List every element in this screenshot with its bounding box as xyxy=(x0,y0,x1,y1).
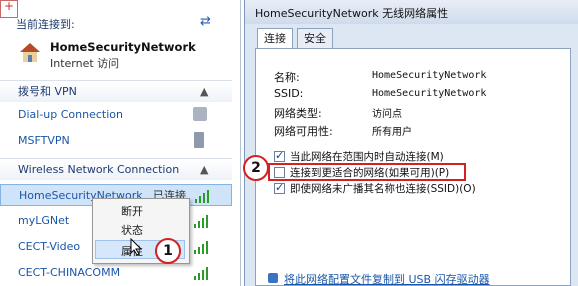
menu-item-status[interactable]: 状态 xyxy=(121,222,143,238)
field-value: HomeSecurityNetwork xyxy=(372,88,487,99)
properties-dialog: HomeSecurityNetwork 无线网络属性 连接 安全 名称: Hom… xyxy=(244,0,578,286)
tab-connection[interactable]: 连接 xyxy=(257,28,293,49)
network-panel: 当前连接到: ⇄ HomeSecurityNetwork Internet 访问… xyxy=(0,0,241,286)
hidden-ssid-checkbox[interactable] xyxy=(274,181,285,194)
signal-icon xyxy=(194,240,210,254)
dialup-icon xyxy=(193,107,207,121)
current-network-status: Internet 访问 xyxy=(50,57,120,70)
wireless-item[interactable]: CECT-CHINACOMM xyxy=(0,262,232,284)
callout-1: 1 xyxy=(155,238,181,264)
tab-panel: 名称: HomeSecurityNetwork SSID: HomeSecuri… xyxy=(255,48,571,286)
refresh-icon[interactable]: ⇄ xyxy=(200,14,211,29)
wireless-header-label: Wireless Network Connection xyxy=(18,163,180,176)
wireless-item-label: CECT-Video xyxy=(18,240,81,253)
dialup-vpn-label: 拨号和 VPN xyxy=(18,85,77,98)
vpn-icon xyxy=(194,132,204,148)
current-connection-header: 当前连接到: xyxy=(16,18,75,31)
dialup-item-label: Dial-up Connection xyxy=(18,108,123,121)
field-label: SSID: xyxy=(274,87,304,100)
tab-area: 连接 安全 名称: HomeSecurityNetwork SSID: Home… xyxy=(255,26,571,286)
wireless-item-label: CECT-CHINACOMM xyxy=(18,266,121,279)
vpn-item-label: MSFTVPN xyxy=(18,134,70,147)
current-network-name: HomeSecurityNetwork xyxy=(50,40,196,54)
callout-2: 2 xyxy=(243,155,269,181)
copy-profile-link[interactable]: 将此网络配置文件复制到 USB 闪存驱动器 xyxy=(268,271,558,285)
field-value: 访问点 xyxy=(372,109,402,120)
signal-icon xyxy=(194,214,210,228)
field-label: 网络类型: xyxy=(274,107,322,120)
wireless-header[interactable]: Wireless Network Connection ▲ xyxy=(0,158,232,180)
field-label: 名称: xyxy=(274,71,300,84)
signal-icon xyxy=(194,266,210,280)
field-value: HomeSecurityNetwork xyxy=(372,70,487,81)
dialog-titlebar: HomeSecurityNetwork 无线网络属性 xyxy=(245,0,578,24)
auto-connect-label: 当此网络在范围内时自动连接(M) xyxy=(290,151,444,163)
field-value: 所有用户 xyxy=(372,127,412,138)
app-icon: + xyxy=(0,0,18,18)
dialup-vpn-header[interactable]: 拨号和 VPN ▲ xyxy=(0,80,232,102)
field-label: 网络可用性: xyxy=(274,125,333,138)
better-network-label: 连接到更适合的网络(如果可用)(P) xyxy=(290,167,450,179)
vpn-item[interactable]: MSFTVPN xyxy=(0,130,232,152)
hidden-ssid-label: 即使网络未广播其名称也连接(SSID)(O) xyxy=(290,183,476,195)
dialup-item[interactable]: Dial-up Connection xyxy=(0,104,232,126)
better-network-checkbox[interactable] xyxy=(274,167,285,178)
wireless-item-label: myLGNet xyxy=(18,214,70,227)
dialog-title: HomeSecurityNetwork 无线网络属性 xyxy=(255,7,449,20)
collapse-arrow-icon[interactable]: ▲ xyxy=(200,159,208,181)
auto-connect-checkbox[interactable] xyxy=(274,149,285,162)
usb-shield-icon xyxy=(268,273,278,283)
mouse-cursor-icon xyxy=(130,237,143,259)
menu-item-disconnect[interactable]: 断开 xyxy=(121,203,143,219)
collapse-arrow-icon[interactable]: ▲ xyxy=(200,81,208,103)
tab-security[interactable]: 安全 xyxy=(297,28,333,48)
copy-profile-link-label: 将此网络配置文件复制到 USB 闪存驱动器 xyxy=(284,273,490,285)
signal-icon xyxy=(195,189,211,203)
home-network-icon xyxy=(18,40,42,64)
